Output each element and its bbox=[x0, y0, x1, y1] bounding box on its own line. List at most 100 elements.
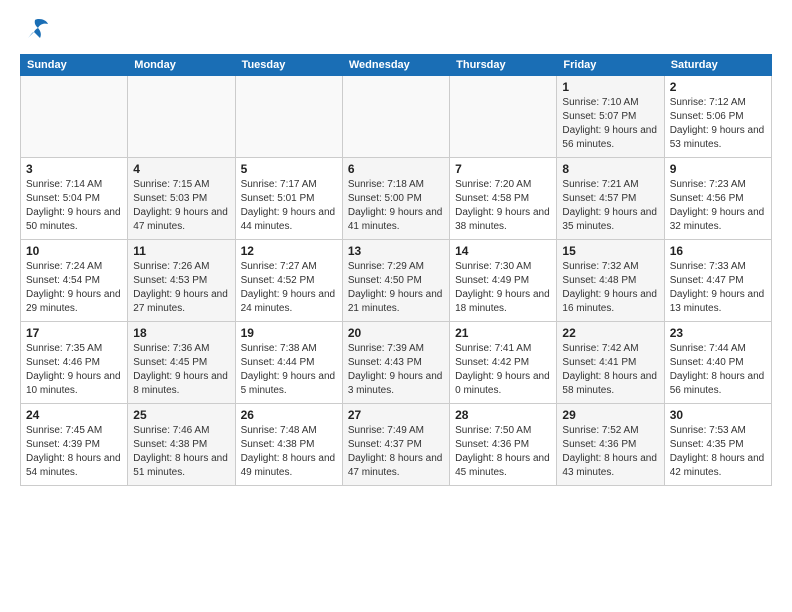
day-number: 9 bbox=[670, 162, 766, 176]
calendar-header-sunday: Sunday bbox=[21, 55, 128, 76]
calendar-cell: 22Sunrise: 7:42 AM Sunset: 4:41 PM Dayli… bbox=[557, 322, 664, 404]
day-info: Sunrise: 7:38 AM Sunset: 4:44 PM Dayligh… bbox=[241, 342, 337, 398]
day-number: 23 bbox=[670, 326, 766, 340]
header bbox=[20, 16, 772, 44]
calendar-cell: 28 Sunrise: 7:50 AM Sunset: 4:36 PM Dayli… bbox=[450, 404, 557, 486]
calendar-header-thursday: Thursday bbox=[450, 55, 557, 76]
day-number: 29 bbox=[562, 408, 658, 422]
day-info: Sunrise: 7:30 AM Sunset: 4:49 PM Dayligh… bbox=[455, 260, 551, 316]
day-info: Sunrise: 7:14 AM Sunset: 5:04 PM Dayligh… bbox=[26, 178, 122, 234]
calendar-header-saturday: Saturday bbox=[664, 55, 771, 76]
day-info: Sunrise: 7:29 AM Sunset: 4:50 PM Dayligh… bbox=[348, 260, 444, 316]
calendar-cell: 19Sunrise: 7:38 AM Sunset: 4:44 PM Dayli… bbox=[235, 322, 342, 404]
day-number: 8 bbox=[562, 162, 658, 176]
calendar-cell: 18 Sunrise: 7:36 AM Sunset: 4:45 PM Dayli… bbox=[128, 322, 235, 404]
day-info: Sunrise: 7:32 AM Sunset: 4:48 PM Dayligh… bbox=[562, 260, 658, 316]
day-info: Sunrise: 7:17 AM Sunset: 5:01 PM Dayligh… bbox=[241, 178, 337, 234]
page: SundayMondayTuesdayWednesdayThursdayFrid… bbox=[0, 0, 792, 612]
calendar-cell: 14 Sunrise: 7:30 AM Sunset: 4:49 PM Dayli… bbox=[450, 240, 557, 322]
calendar-cell bbox=[342, 76, 449, 158]
day-number: 11 bbox=[133, 244, 229, 258]
day-info: Sunrise: 7:41 AM Sunset: 4:42 PM Dayligh… bbox=[455, 342, 551, 398]
day-number: 17 bbox=[26, 326, 122, 340]
day-number: 6 bbox=[348, 162, 444, 176]
calendar-cell: 30 Sunrise: 7:53 AM Sunset: 4:35 PM Dayli… bbox=[664, 404, 771, 486]
day-info: Sunrise: 7:44 AM Sunset: 4:40 PM Dayligh… bbox=[670, 342, 766, 398]
calendar-header-row: SundayMondayTuesdayWednesdayThursdayFrid… bbox=[21, 55, 772, 76]
week-row-2: 3 Sunrise: 7:14 AM Sunset: 5:04 PM Daylig… bbox=[21, 158, 772, 240]
day-info: Sunrise: 7:49 AM Sunset: 4:37 PM Dayligh… bbox=[348, 424, 444, 480]
calendar-cell: 1Sunrise: 7:10 AM Sunset: 5:07 PM Daylig… bbox=[557, 76, 664, 158]
day-number: 20 bbox=[348, 326, 444, 340]
day-number: 2 bbox=[670, 80, 766, 94]
day-info: Sunrise: 7:23 AM Sunset: 4:56 PM Dayligh… bbox=[670, 178, 766, 234]
calendar-cell: 7 Sunrise: 7:20 AM Sunset: 4:58 PM Daylig… bbox=[450, 158, 557, 240]
day-number: 24 bbox=[26, 408, 122, 422]
calendar-header-wednesday: Wednesday bbox=[342, 55, 449, 76]
calendar-cell bbox=[235, 76, 342, 158]
calendar-cell: 26 Sunrise: 7:48 AM Sunset: 4:38 PM Dayli… bbox=[235, 404, 342, 486]
calendar-cell bbox=[21, 76, 128, 158]
calendar-cell: 27Sunrise: 7:49 AM Sunset: 4:37 PM Dayli… bbox=[342, 404, 449, 486]
logo-icon bbox=[20, 16, 50, 44]
day-info: Sunrise: 7:52 AM Sunset: 4:36 PM Dayligh… bbox=[562, 424, 658, 480]
day-number: 4 bbox=[133, 162, 229, 176]
day-number: 25 bbox=[133, 408, 229, 422]
day-number: 1 bbox=[562, 80, 658, 94]
calendar-cell: 23 Sunrise: 7:44 AM Sunset: 4:40 PM Dayli… bbox=[664, 322, 771, 404]
day-info: Sunrise: 7:33 AM Sunset: 4:47 PM Dayligh… bbox=[670, 260, 766, 316]
week-row-3: 10 Sunrise: 7:24 AM Sunset: 4:54 PM Dayli… bbox=[21, 240, 772, 322]
calendar-cell bbox=[128, 76, 235, 158]
calendar-cell: 17 Sunrise: 7:35 AM Sunset: 4:46 PM Dayli… bbox=[21, 322, 128, 404]
calendar-cell: 16 Sunrise: 7:33 AM Sunset: 4:47 PM Dayli… bbox=[664, 240, 771, 322]
day-info: Sunrise: 7:20 AM Sunset: 4:58 PM Dayligh… bbox=[455, 178, 551, 234]
day-number: 13 bbox=[348, 244, 444, 258]
day-info: Sunrise: 7:48 AM Sunset: 4:38 PM Dayligh… bbox=[241, 424, 337, 480]
day-number: 28 bbox=[455, 408, 551, 422]
calendar-cell: 2 Sunrise: 7:12 AM Sunset: 5:06 PM Daylig… bbox=[664, 76, 771, 158]
day-info: Sunrise: 7:26 AM Sunset: 4:53 PM Dayligh… bbox=[133, 260, 229, 316]
calendar-cell: 29 Sunrise: 7:52 AM Sunset: 4:36 PM Dayli… bbox=[557, 404, 664, 486]
calendar-header-friday: Friday bbox=[557, 55, 664, 76]
day-number: 16 bbox=[670, 244, 766, 258]
calendar-cell: 11 Sunrise: 7:26 AM Sunset: 4:53 PM Dayli… bbox=[128, 240, 235, 322]
calendar-cell: 21 Sunrise: 7:41 AM Sunset: 4:42 PM Dayli… bbox=[450, 322, 557, 404]
calendar-cell: 24 Sunrise: 7:45 AM Sunset: 4:39 PM Dayli… bbox=[21, 404, 128, 486]
day-number: 7 bbox=[455, 162, 551, 176]
day-info: Sunrise: 7:35 AM Sunset: 4:46 PM Dayligh… bbox=[26, 342, 122, 398]
day-number: 12 bbox=[241, 244, 337, 258]
day-number: 14 bbox=[455, 244, 551, 258]
day-info: Sunrise: 7:53 AM Sunset: 4:35 PM Dayligh… bbox=[670, 424, 766, 480]
day-info: Sunrise: 7:21 AM Sunset: 4:57 PM Dayligh… bbox=[562, 178, 658, 234]
calendar-cell: 9 Sunrise: 7:23 AM Sunset: 4:56 PM Daylig… bbox=[664, 158, 771, 240]
day-info: Sunrise: 7:36 AM Sunset: 4:45 PM Dayligh… bbox=[133, 342, 229, 398]
day-info: Sunrise: 7:45 AM Sunset: 4:39 PM Dayligh… bbox=[26, 424, 122, 480]
day-number: 18 bbox=[133, 326, 229, 340]
day-info: Sunrise: 7:24 AM Sunset: 4:54 PM Dayligh… bbox=[26, 260, 122, 316]
calendar-cell bbox=[450, 76, 557, 158]
calendar-cell: 25Sunrise: 7:46 AM Sunset: 4:38 PM Dayli… bbox=[128, 404, 235, 486]
calendar-header-tuesday: Tuesday bbox=[235, 55, 342, 76]
day-number: 10 bbox=[26, 244, 122, 258]
day-info: Sunrise: 7:15 AM Sunset: 5:03 PM Dayligh… bbox=[133, 178, 229, 234]
day-number: 5 bbox=[241, 162, 337, 176]
day-info: Sunrise: 7:27 AM Sunset: 4:52 PM Dayligh… bbox=[241, 260, 337, 316]
week-row-5: 24 Sunrise: 7:45 AM Sunset: 4:39 PM Dayli… bbox=[21, 404, 772, 486]
day-info: Sunrise: 7:39 AM Sunset: 4:43 PM Dayligh… bbox=[348, 342, 444, 398]
day-info: Sunrise: 7:50 AM Sunset: 4:36 PM Dayligh… bbox=[455, 424, 551, 480]
day-number: 21 bbox=[455, 326, 551, 340]
day-info: Sunrise: 7:12 AM Sunset: 5:06 PM Dayligh… bbox=[670, 96, 766, 152]
calendar-cell: 8 Sunrise: 7:21 AM Sunset: 4:57 PM Daylig… bbox=[557, 158, 664, 240]
day-info: Sunrise: 7:42 AM Sunset: 4:41 PM Dayligh… bbox=[562, 342, 658, 398]
day-number: 30 bbox=[670, 408, 766, 422]
calendar-header-monday: Monday bbox=[128, 55, 235, 76]
day-number: 15 bbox=[562, 244, 658, 258]
logo bbox=[20, 16, 54, 44]
day-number: 3 bbox=[26, 162, 122, 176]
calendar-cell: 6 Sunrise: 7:18 AM Sunset: 5:00 PM Daylig… bbox=[342, 158, 449, 240]
day-number: 26 bbox=[241, 408, 337, 422]
day-info: Sunrise: 7:18 AM Sunset: 5:00 PM Dayligh… bbox=[348, 178, 444, 234]
calendar: SundayMondayTuesdayWednesdayThursdayFrid… bbox=[20, 54, 772, 486]
week-row-1: 1Sunrise: 7:10 AM Sunset: 5:07 PM Daylig… bbox=[21, 76, 772, 158]
calendar-cell: 12 Sunrise: 7:27 AM Sunset: 4:52 PM Dayli… bbox=[235, 240, 342, 322]
